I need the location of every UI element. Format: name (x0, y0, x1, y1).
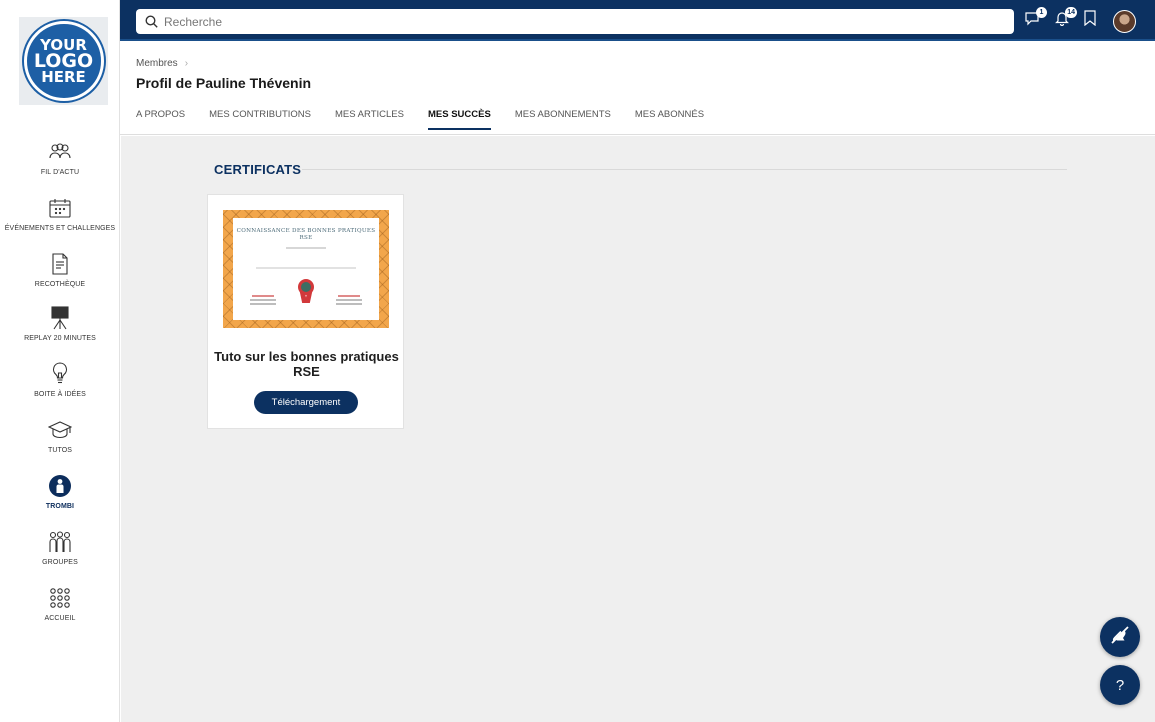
search-bar[interactable] (136, 9, 1014, 34)
tab-mes-contributions[interactable]: MES CONTRIBUTIONS (209, 109, 311, 130)
grid-icon (48, 586, 72, 610)
notifications-badge: 14 (1065, 7, 1077, 18)
search-input[interactable] (164, 14, 1014, 29)
easel-icon (48, 306, 72, 330)
certificate-image-title: CONNAISSANCE DES BONNES PRATIQUES RSE (236, 228, 376, 241)
profile-header: Membres › Profil de Pauline Thévenin A P… (120, 43, 1155, 135)
certificate-signatures (246, 279, 366, 306)
tab-mes-articles[interactable]: MES ARTICLES (335, 109, 404, 130)
top-bar: 1 14 (120, 0, 1155, 41)
chat-button[interactable]: 1 (1023, 7, 1047, 29)
sidebar-item-tutos[interactable]: TUTOS (0, 418, 120, 468)
sidebar-item-label: GROUPES (42, 559, 78, 566)
sidebar-item-label: ÉVÉNEMENTS ET CHALLENGES (4, 225, 116, 232)
sidebar-item-boite-idees[interactable]: BOITE À IDÉES (0, 362, 120, 412)
certificate-subtitle-line (286, 247, 326, 250)
sidebar-item-evenements[interactable]: ÉVÉNEMENTS ET CHALLENGES (0, 196, 120, 246)
certificate-text-line (256, 267, 356, 270)
logo[interactable]: YOUR LOGO HERE (19, 17, 108, 105)
certificate-paper: CONNAISSANCE DES BONNES PRATIQUES RSE (233, 218, 379, 320)
question-mark-icon: ? (1115, 676, 1125, 694)
tab-a-propos[interactable]: A PROPOS (136, 109, 185, 130)
logo-text-line3: HERE (41, 68, 86, 87)
mute-notifications-button[interactable] (1100, 617, 1140, 657)
section-divider (302, 169, 1067, 170)
bookmarks-button[interactable] (1081, 9, 1099, 31)
sidebar-item-label: TUTOS (47, 447, 73, 454)
certificate-card: CONNAISSANCE DES BONNES PRATIQUES RSE Tu… (207, 194, 404, 429)
certificate-image[interactable]: CONNAISSANCE DES BONNES PRATIQUES RSE (223, 210, 389, 328)
sidebar-item-label: FIL D'ACTU (40, 169, 80, 176)
group-icon (48, 530, 72, 554)
calendar-icon (48, 196, 72, 220)
people-icon (48, 140, 72, 164)
signature-left (246, 295, 280, 306)
sidebar-item-label: RECOTHÈQUE (34, 281, 86, 288)
profile-tabs: A PROPOS MES CONTRIBUTIONS MES ARTICLES … (136, 109, 728, 130)
bell-slash-icon (1109, 624, 1131, 651)
sidebar-item-recotheque[interactable]: RECOTHÈQUE (0, 252, 120, 302)
page-title: Profil de Pauline Thévenin (136, 75, 312, 91)
tab-mes-abonnes[interactable]: MES ABONNÉS (635, 109, 704, 130)
sidebar-item-label: ACCUEIL (44, 615, 76, 622)
tab-mes-abonnements[interactable]: MES ABONNEMENTS (515, 109, 611, 130)
bookmark-icon (1083, 9, 1097, 31)
sidebar-item-label: BOITE À IDÉES (34, 391, 86, 398)
graduation-cap-icon (48, 418, 72, 442)
sidebar-item-label: TROMBI (45, 503, 75, 510)
sidebar: YOUR LOGO HERE FIL D'ACTU ÉVÉNEMENTS ET … (0, 0, 120, 722)
sidebar-item-accueil[interactable]: ACCUEIL (0, 586, 120, 636)
chat-badge: 1 (1036, 7, 1047, 18)
download-button[interactable]: Téléchargement (254, 391, 358, 414)
signature-right (332, 295, 366, 306)
seal-ribbon-icon (296, 279, 316, 305)
sidebar-item-label: REPLAY 20 MINUTES (24, 335, 96, 342)
help-button[interactable]: ? (1100, 665, 1140, 705)
breadcrumb: Membres › (136, 58, 188, 69)
breadcrumb-link-membres[interactable]: Membres (136, 58, 178, 69)
certificate-title: Tuto sur les bonnes pratiques RSE (214, 349, 399, 379)
sidebar-item-trombi[interactable]: TROMBI (0, 474, 120, 524)
tab-mes-succes[interactable]: MES SUCCÈS (427, 109, 491, 130)
section-title: CERTIFICATS (214, 162, 302, 177)
search-icon (144, 15, 158, 29)
notifications-button[interactable]: 14 (1053, 7, 1077, 29)
avatar[interactable] (1113, 10, 1136, 33)
sidebar-item-replay[interactable]: REPLAY 20 MINUTES (0, 306, 120, 356)
person-icon (48, 474, 72, 498)
lightbulb-icon (48, 362, 72, 386)
document-icon (48, 252, 72, 276)
logo-badge: YOUR LOGO HERE (23, 21, 104, 101)
main-content: CERTIFICATS CONNAISSANCE DES BONNES PRAT… (121, 136, 1155, 722)
sidebar-item-groupes[interactable]: GROUPES (0, 530, 120, 580)
chevron-right-icon: › (184, 58, 189, 69)
sidebar-item-fil-actu[interactable]: FIL D'ACTU (0, 140, 120, 190)
